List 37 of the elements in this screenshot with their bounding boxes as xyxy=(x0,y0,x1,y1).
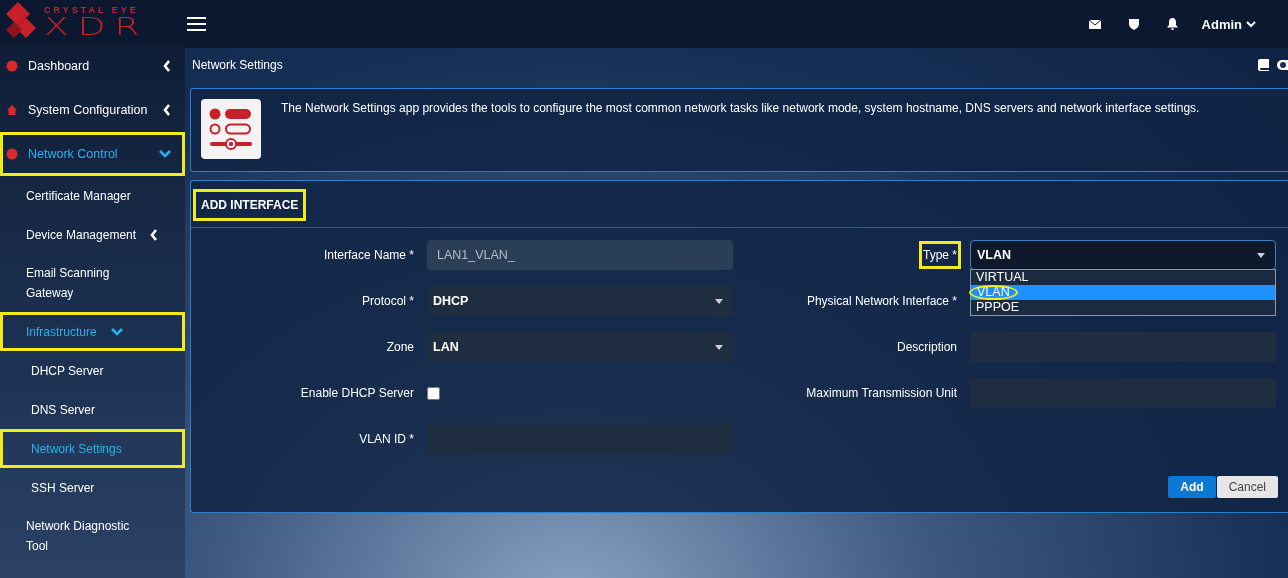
sidebar-item[interactable]: Network Settings xyxy=(0,429,185,468)
field-label: Type * xyxy=(918,241,961,269)
field-label: Physical Network Interface * xyxy=(805,293,958,310)
option-label: PPPOE xyxy=(976,300,1020,315)
brand-tagline: CRYSTAL EYE xyxy=(44,5,139,15)
dropdown-option[interactable]: VIRTUAL xyxy=(971,270,1275,285)
sidebar-item[interactable]: Dashboard xyxy=(0,44,185,88)
add-button[interactable]: Add xyxy=(1168,476,1216,498)
field-label: Zone xyxy=(385,339,415,356)
field-label: Interface Name * xyxy=(322,247,415,264)
field-label: Enable DHCP Server xyxy=(299,385,415,402)
sidebar-item[interactable]: Email Scanning Gateway xyxy=(0,254,185,312)
brand-name: XDR xyxy=(44,14,150,39)
user-menu[interactable]: Admin xyxy=(1195,15,1262,33)
option-label: VIRTUAL xyxy=(976,270,1029,285)
section-title: ADD INTERFACE xyxy=(193,189,307,221)
dropdown-option[interactable]: PPPOE xyxy=(971,300,1275,315)
select-field[interactable]: LAN xyxy=(427,332,733,362)
sidebar-item[interactable]: DNS Server xyxy=(0,390,185,429)
sidebar-item[interactable]: Infrastructure xyxy=(0,312,185,351)
field-label: Protocol * xyxy=(360,293,415,310)
intro-text: The Network Settings app provides the tools to configure the most common network tasks like network mode, system hostname, DNS servers and network interface settings. xyxy=(281,100,1200,117)
field-label: Maximum Transmission Unit xyxy=(805,385,958,402)
sidebar-item[interactable]: Device Management xyxy=(0,215,185,254)
sidebar-item[interactable]: SSH Server xyxy=(0,468,185,507)
sidebar-item[interactable]: Network Control xyxy=(0,132,185,176)
select-field[interactable]: DHCP xyxy=(427,286,733,316)
field-label: VLAN ID * xyxy=(358,431,415,448)
cancel-button[interactable]: Cancel xyxy=(1216,476,1278,498)
page-title: Network Settings xyxy=(192,58,284,72)
sidebar-item[interactable]: Certificate Manager xyxy=(0,176,185,215)
option-label: VLAN xyxy=(969,285,1018,300)
sidebar-item[interactable]: DHCP Server xyxy=(0,351,185,390)
sidebar-item[interactable]: Network Diagnostic Tool xyxy=(0,507,185,565)
select-field[interactable]: VLAN xyxy=(970,240,1276,270)
field-label: Description xyxy=(895,339,958,356)
sidebar-item[interactable]: System Configuration xyxy=(0,88,185,132)
